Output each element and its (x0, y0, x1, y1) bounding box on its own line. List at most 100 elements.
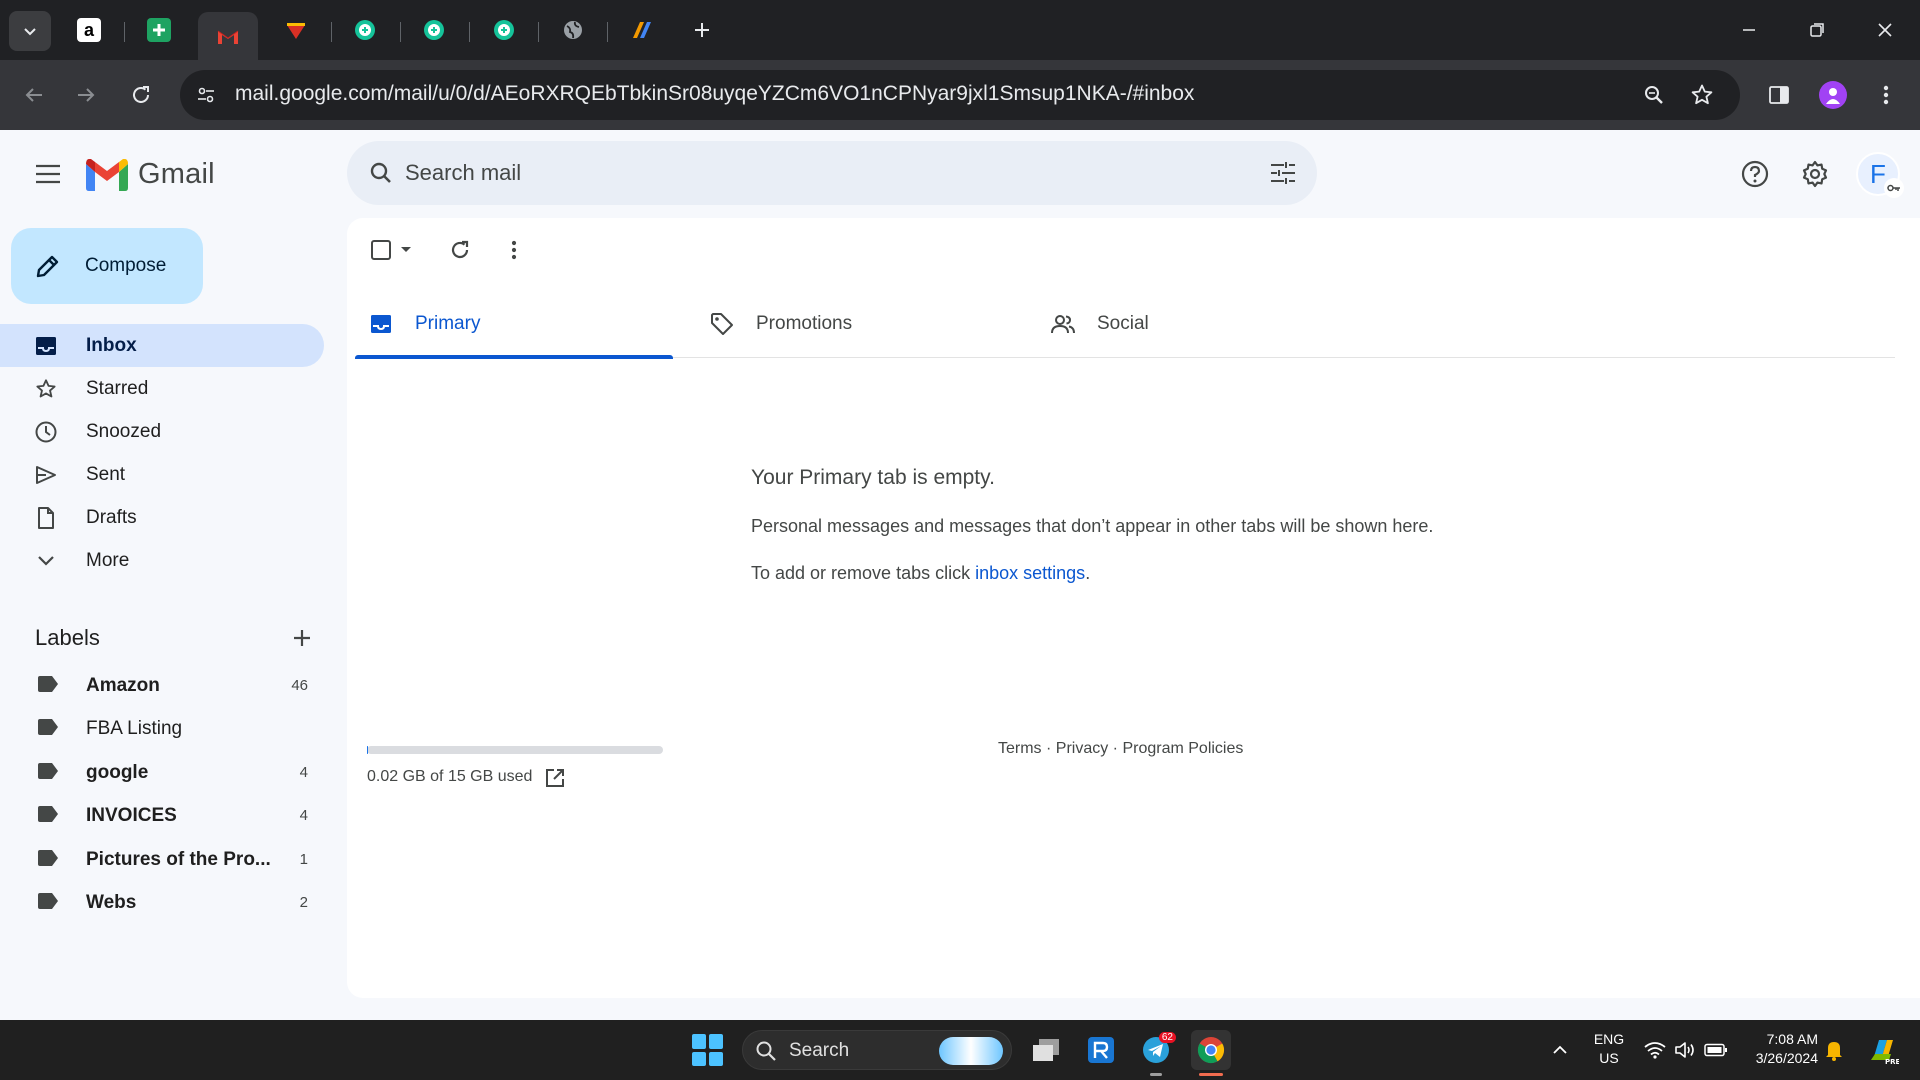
wifi-status[interactable] (1643, 1038, 1667, 1062)
bookmark-button[interactable] (1686, 79, 1718, 111)
tab-sheets[interactable] (125, 8, 193, 52)
copilot-button[interactable]: PRE (1866, 1033, 1900, 1067)
tab-site[interactable] (262, 8, 330, 52)
main-menu-button[interactable] (24, 150, 72, 198)
start-button[interactable] (692, 1034, 724, 1066)
show-hidden-icons-button[interactable] (1548, 1038, 1572, 1062)
more-actions-button[interactable] (494, 230, 534, 270)
taskbar-search[interactable]: Search (742, 1030, 1012, 1070)
zoom-button[interactable] (1638, 79, 1670, 111)
back-button[interactable] (14, 75, 54, 115)
settings-button[interactable] (1791, 150, 1839, 198)
avatar (1819, 81, 1847, 109)
tab-app[interactable] (608, 8, 676, 52)
minimize-button[interactable] (1726, 8, 1772, 52)
input-language-indicator[interactable]: ENG US (1592, 1030, 1626, 1068)
copilot-icon: PRE (1871, 1040, 1899, 1066)
label-icon (38, 849, 58, 866)
tab-grammarly-3[interactable] (470, 8, 538, 52)
nav-item-label: Starred (86, 377, 149, 399)
tab-primary[interactable]: Primary (355, 290, 673, 359)
tab-label: Promotions (756, 313, 853, 334)
open-in-new-icon (546, 769, 564, 787)
tab-grammarly-1[interactable] (331, 8, 399, 52)
notifications-button[interactable] (1822, 1038, 1846, 1062)
volume-status[interactable] (1673, 1038, 1697, 1062)
footer-links: Terms · Privacy · Program Policies (998, 740, 1243, 758)
side-panel-icon (1769, 86, 1789, 104)
side-panel-button[interactable] (1759, 75, 1799, 115)
nav-item-inbox[interactable]: Inbox (0, 324, 324, 367)
inbox-settings-link[interactable]: inbox settings (975, 563, 1085, 583)
taskbar-app-remote-desktop[interactable] (1081, 1030, 1121, 1070)
windows-logo-tile (709, 1051, 723, 1066)
label-name: INVOICES (86, 805, 177, 827)
tab-social[interactable]: Social (1037, 290, 1355, 358)
battery-status[interactable] (1704, 1038, 1728, 1062)
nav-item-starred[interactable]: Starred (0, 367, 324, 410)
label-item-fba-listing[interactable]: FBA Listing (0, 707, 324, 750)
compose-button[interactable]: Compose (11, 228, 203, 304)
label-item-pictures[interactable]: Pictures of the Pro... 1 (0, 838, 324, 881)
tab-grammarly-2[interactable] (400, 8, 468, 52)
label-item-amazon[interactable]: Amazon 46 (0, 664, 324, 707)
main-panel: Primary Promotions Social Your Primary t… (347, 218, 1920, 998)
arrow-left-icon (25, 88, 42, 102)
support-button[interactable] (1731, 150, 1779, 198)
gmail-logo[interactable]: Gmail (86, 158, 215, 191)
reload-button[interactable] (121, 75, 161, 115)
tab-amazon[interactable]: a (55, 8, 123, 52)
taskbar-app-telegram[interactable]: 62 (1136, 1030, 1176, 1076)
keyboard-region: US (1599, 1050, 1619, 1066)
forward-button[interactable] (66, 75, 106, 115)
search-options-button[interactable] (1263, 153, 1303, 193)
program-policies-link[interactable]: Program Policies (1122, 740, 1243, 757)
gmail-logo-text: Gmail (138, 158, 215, 190)
search-button[interactable] (361, 153, 401, 193)
profile-button[interactable] (1813, 75, 1853, 115)
volume-icon (1675, 1042, 1694, 1058)
tab-gmail[interactable] (198, 12, 258, 60)
privacy-link[interactable]: Privacy (1056, 740, 1108, 757)
browser-menu-button[interactable] (1866, 75, 1906, 115)
account-button[interactable]: F (1856, 152, 1904, 198)
refresh-button[interactable] (440, 230, 480, 270)
restore-button[interactable] (1794, 8, 1840, 52)
sheets-icon (147, 18, 171, 42)
empty-state-description: Personal messages and messages that don’… (751, 516, 1434, 536)
label-item-webs[interactable]: Webs 2 (0, 881, 324, 924)
labels-title: Labels (35, 625, 100, 650)
nav-item-sent[interactable]: Sent (0, 453, 324, 496)
url-text[interactable]: mail.google.com/mail/u/0/d/AEoRXRQEbTbki… (235, 82, 1194, 106)
taskbar-app-file-explorer[interactable] (1026, 1030, 1066, 1070)
search-bar[interactable] (347, 141, 1317, 205)
system-clock[interactable]: 7:08 AM 3/26/2024 (1742, 1030, 1818, 1068)
folder-nav: Inbox Starred Snoozed Sent Drafts More (0, 324, 324, 582)
tab-promotions[interactable]: Promotions (696, 290, 1014, 358)
manage-storage-link[interactable] (543, 766, 567, 790)
site-info-button[interactable] (188, 77, 224, 113)
tab-search-button[interactable] (9, 11, 51, 51)
terms-link[interactable]: Terms (998, 740, 1042, 757)
address-bar[interactable]: mail.google.com/mail/u/0/d/AEoRXRQEbTbki… (180, 70, 1740, 120)
pencil-icon (36, 255, 59, 278)
new-tab-button[interactable] (686, 12, 718, 48)
tab-globe[interactable] (539, 8, 607, 52)
nav-item-drafts[interactable]: Drafts (0, 496, 324, 539)
search-input[interactable] (405, 153, 1205, 193)
create-label-button[interactable] (284, 620, 320, 656)
storage-meter-fill (367, 746, 369, 754)
select-checkbox-dropdown[interactable] (361, 230, 421, 270)
footer-separator: · (1041, 740, 1056, 757)
clock-time: 7:08 AM (1766, 1031, 1818, 1047)
label-item-invoices[interactable]: INVOICES 4 (0, 794, 324, 837)
nav-item-more[interactable]: More (0, 539, 324, 582)
label-item-google[interactable]: google 4 (0, 751, 324, 794)
gmail-header: Gmail F (0, 130, 1920, 218)
windows-taskbar: Search 62 ENG US 7:08 AM 3/26/2024 PRE (0, 1020, 1920, 1080)
tag-icon (710, 312, 734, 336)
close-window-button[interactable] (1862, 8, 1908, 52)
label-icon (38, 806, 58, 823)
nav-item-snoozed[interactable]: Snoozed (0, 410, 324, 453)
taskbar-app-chrome[interactable] (1191, 1030, 1231, 1076)
